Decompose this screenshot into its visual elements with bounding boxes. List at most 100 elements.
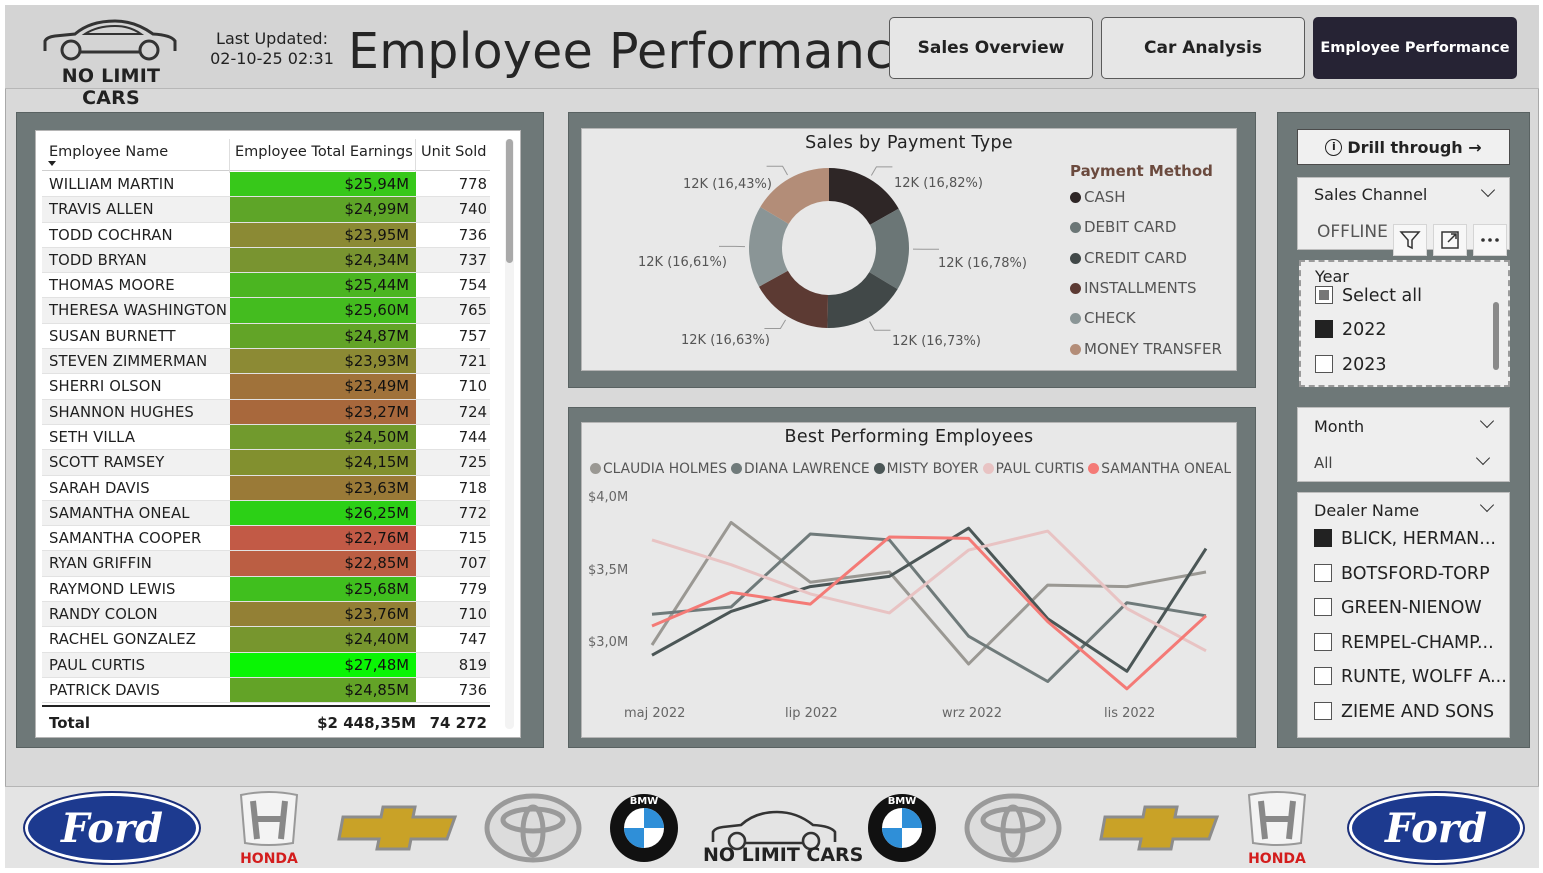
more-options-icon[interactable] [1473,224,1507,256]
nav-sales-overview-button[interactable]: Sales Overview [889,17,1093,79]
chevron-down-icon[interactable] [1480,182,1496,198]
honda-logo-text: HONDA [240,851,298,867]
nav-car-analysis-button[interactable]: Car Analysis [1101,17,1305,79]
legend-item[interactable]: CREDIT CARD [1070,249,1187,267]
sales-channel-value[interactable]: OFFLINE [1317,222,1388,242]
total-earnings: $2 448,35M [317,714,416,732]
table-row[interactable]: RYAN GRIFFIN $22,85M 707 [42,551,490,577]
filter-icon[interactable] [1393,224,1427,256]
legend-item[interactable]: CHECK [1070,309,1136,327]
dealer-option[interactable]: ZIEME AND SONS [1314,702,1494,722]
table-row[interactable]: PATRICK DAVIS $24,85M 736 [42,677,490,703]
footer-logo-text: NO LIMIT CARS [703,844,864,866]
table-row[interactable]: THERESA WASHINGTON $25,60M 765 [42,298,490,324]
checkbox[interactable] [1315,355,1333,373]
legend-label: CASH [1084,188,1126,206]
employee-name: TODD COCHRAN [49,226,173,244]
chevrolet-logo [1099,805,1220,851]
year-option-select-all[interactable]: Select all [1315,286,1422,306]
drill-through-button[interactable]: i Drill through → [1297,129,1510,165]
table-row[interactable]: TODD BRYAN $24,34M 737 [42,247,490,274]
employee-earnings: $24,40M [230,627,416,652]
dealer-option[interactable]: REMPEL-CHAMP... [1314,632,1494,653]
drill-through-label: Drill through → [1347,137,1482,157]
year-option-2022[interactable]: 2022 [1315,320,1387,340]
last-updated-label: Last Updated: [216,29,328,48]
month-value[interactable]: All [1314,454,1333,472]
series-line[interactable] [651,535,1208,691]
legend-item[interactable]: MONEY TRANSFER [1070,340,1222,358]
checkbox[interactable] [1314,702,1332,720]
employee-units: 744 [458,428,487,446]
year-slicer[interactable]: Year Select all 2022 2023 [1299,260,1510,387]
table-row[interactable]: SAMANTHA COOPER $22,76M 715 [42,526,490,552]
leader-line [764,319,787,329]
employee-units: 707 [458,555,487,573]
employee-units: 747 [458,631,487,649]
year-scrollbar[interactable] [1493,302,1499,370]
table-row[interactable]: THOMAS MOORE $25,44M 754 [42,273,490,299]
legend-item[interactable]: CASH [1070,188,1126,206]
table-row[interactable]: SHANNON HUGHES $23,27M 724 [42,399,490,425]
nav-employee-performance-button[interactable]: Employee Performance [1313,17,1517,79]
table-row[interactable]: TRAVIS ALLEN $24,99M 740 [42,197,490,223]
employee-units: 778 [458,176,487,193]
best-employees-chart: Best Performing Employees CLAUDIA HOLMES… [581,422,1237,738]
checkbox[interactable] [1314,563,1332,582]
checkbox[interactable] [1314,667,1332,686]
table-scrollbar[interactable] [505,139,514,729]
series-line[interactable] [651,529,1207,653]
checkbox[interactable] [1314,529,1332,547]
table-row[interactable]: RACHEL GONZALEZ $24,40M 747 [42,627,490,653]
chevron-down-icon[interactable] [1479,497,1495,513]
month-slicer[interactable]: Month All [1297,407,1510,482]
table-row[interactable]: SUSAN BURNETT $24,87M 757 [42,323,490,350]
honda-logo: HONDA [239,791,299,867]
checkbox[interactable] [1314,632,1332,651]
legend-item[interactable]: INSTALLMENTS [1070,279,1196,297]
focus-mode-icon[interactable] [1433,224,1467,256]
chevron-down-icon[interactable] [1479,413,1495,429]
leader-line [869,321,891,331]
dealer-option[interactable]: BOTSFORD-TORP [1314,563,1490,584]
employee-units: 710 [458,378,487,396]
dealer-option[interactable]: RUNTE, WOLFF A... [1314,667,1507,687]
employee-name: SHERRI OLSON [49,378,162,396]
legend-item[interactable]: DEBIT CARD [1070,218,1176,236]
column-header-earnings[interactable]: Employee Total Earnings [235,144,413,160]
option-label: GREEN-NIENOW [1341,598,1482,619]
employee-units: 740 [458,201,487,219]
chevrolet-logo [337,805,458,851]
employee-earnings: $25,60M [230,298,416,323]
table-row[interactable]: SARAH DAVIS $23,63M 718 [42,475,490,501]
table-row[interactable]: STEVEN ZIMMERMAN $23,93M 721 [42,349,490,375]
checkbox[interactable] [1315,320,1333,338]
employee-name: STEVEN ZIMMERMAN [49,353,208,371]
legend-label: CHECK [1084,309,1136,328]
series-line[interactable] [651,526,1208,673]
toyota-logo [964,793,1062,863]
column-header-name[interactable]: Employee Name [49,144,168,160]
dealer-name-slicer[interactable]: Dealer Name BLICK, HERMAN... BOTSFORD-TOR… [1297,492,1510,738]
series-line[interactable] [651,532,1207,683]
table-row[interactable]: TODD COCHRAN $23,95M 736 [42,222,490,248]
table-row[interactable]: SCOTT RAMSEY $24,15M 725 [42,450,490,476]
table-row[interactable]: PAUL CURTIS $27,48M 819 [42,652,490,678]
table-row[interactable]: SAMANTHA ONEAL $26,25M 772 [42,500,490,527]
employee-earnings: $22,76M [230,526,416,551]
checkbox[interactable] [1315,286,1333,304]
dealer-option[interactable]: BLICK, HERMAN... [1314,529,1496,549]
dealer-option[interactable]: GREEN-NIENOW [1314,598,1482,618]
table-row[interactable]: RAYMOND LEWIS $25,68M 779 [42,576,490,603]
column-header-units[interactable]: Unit Sold [421,144,486,160]
scrollbar-thumb[interactable] [506,139,513,263]
table-row[interactable]: SHERRI OLSON $23,49M 710 [42,374,490,400]
table-row[interactable]: WILLIAM MARTIN $25,94M 778 [42,172,490,198]
chevron-down-icon[interactable] [1475,450,1491,466]
year-option-2023[interactable]: 2023 [1315,355,1387,375]
data-label: 12K (16,82%) [894,176,983,191]
table-row[interactable]: SETH VILLA $24,50M 744 [42,424,490,451]
checkbox[interactable] [1314,598,1332,617]
employee-name: TRAVIS ALLEN [49,201,154,219]
table-row[interactable]: RANDY COLON $23,76M 710 [42,602,490,628]
